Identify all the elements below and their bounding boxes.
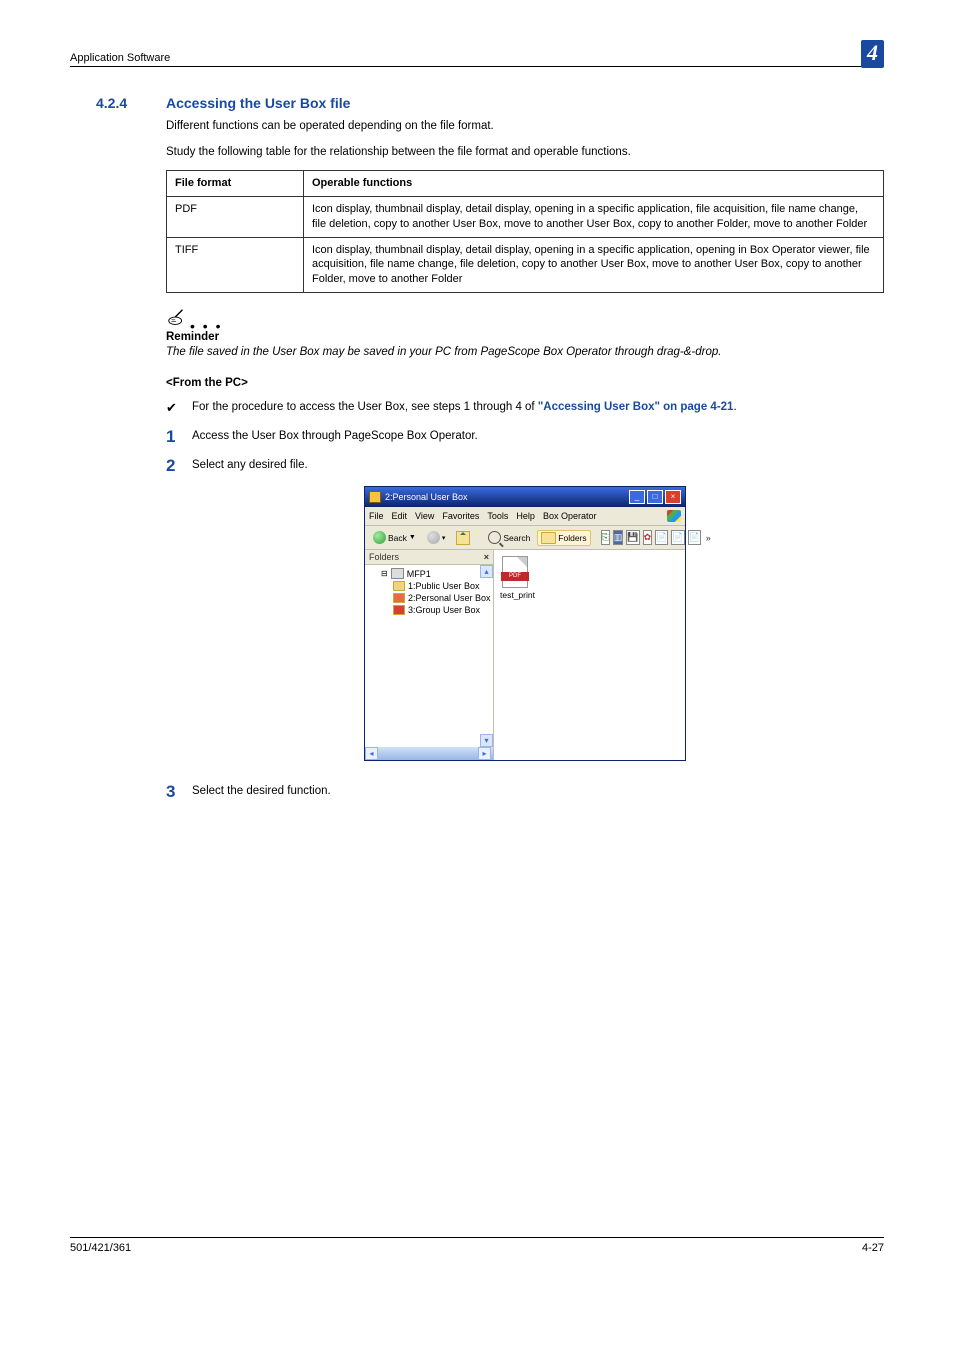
reminder-icon: • • • xyxy=(166,307,884,329)
back-icon xyxy=(373,531,386,544)
cell-format: TIFF xyxy=(167,237,304,293)
forward-icon xyxy=(427,531,440,544)
from-pc-heading: <From the PC> xyxy=(166,377,884,389)
window-titlebar: 2:Personal User Box _ □ × xyxy=(365,487,685,507)
menu-help[interactable]: Help xyxy=(516,511,535,521)
step-number: 1 xyxy=(166,428,192,445)
tool-button-4[interactable]: ✿ xyxy=(643,530,653,545)
windows-logo-icon xyxy=(667,510,681,522)
search-button[interactable]: Search xyxy=(484,529,534,546)
folders-icon xyxy=(541,532,556,544)
folders-pane-title: Folders xyxy=(369,552,399,562)
scroll-right-button[interactable]: ▸ xyxy=(478,747,491,760)
folder-icon xyxy=(393,581,405,591)
intro-paragraph-2: Study the following table for the relati… xyxy=(166,145,884,161)
running-title: Application Software xyxy=(70,52,170,64)
scroll-left-button[interactable]: ◂ xyxy=(365,747,378,760)
step-text: Select the desired function. xyxy=(192,783,884,800)
step-3: 3 Select the desired function. xyxy=(166,783,884,800)
ellipsis-icon: • • • xyxy=(190,323,222,329)
running-header: Application Software 4 xyxy=(70,36,884,67)
file-label: test_print xyxy=(500,590,535,600)
menu-tools[interactable]: Tools xyxy=(487,511,508,521)
scroll-down-button[interactable]: ▾ xyxy=(480,734,493,747)
section-number: 4.2.4 xyxy=(96,95,166,111)
step-text: Select any desired file. xyxy=(192,457,884,474)
folders-button[interactable]: Folders xyxy=(537,530,590,546)
cell-functions: Icon display, thumbnail display, detail … xyxy=(304,196,884,237)
folder-icon xyxy=(393,593,405,603)
footer-left: 501/421/361 xyxy=(70,1242,131,1254)
close-button[interactable]: × xyxy=(665,490,681,504)
minimize-button[interactable]: _ xyxy=(629,490,645,504)
files-pane[interactable]: PDF test_print xyxy=(494,550,685,760)
toolbar: Back ▼ ▾ Search Folders ⎘ ▥ 💾 ✿ 📄 📄 📄 » xyxy=(365,526,685,550)
device-icon xyxy=(391,568,404,579)
menu-file[interactable]: File xyxy=(369,511,384,521)
menu-view[interactable]: View xyxy=(415,511,434,521)
tool-button-5[interactable]: 📄 xyxy=(655,530,668,545)
scroll-up-button[interactable]: ▴ xyxy=(480,565,493,578)
toolbar-overflow[interactable]: » xyxy=(704,533,711,543)
note-icon xyxy=(166,307,188,329)
cell-format: PDF xyxy=(167,196,304,237)
tool-button-6[interactable]: 📄 xyxy=(671,530,684,545)
section-title: Accessing the User Box file xyxy=(166,95,350,111)
back-button[interactable]: Back ▼ xyxy=(369,529,420,546)
tree-device[interactable]: ⊟MFP1 xyxy=(369,568,491,581)
procedure-bullet: ✔ For the procedure to access the User B… xyxy=(166,399,884,417)
table-header-functions: Operable functions xyxy=(304,171,884,197)
cross-reference-link[interactable]: "Accessing User Box" on page 4-21 xyxy=(538,401,734,413)
operable-functions-table: File format Operable functions PDF Icon … xyxy=(166,170,884,293)
window-title: 2:Personal User Box xyxy=(385,492,468,502)
tree-personal-box[interactable]: 2:Personal User Box xyxy=(369,593,491,605)
table-row: TIFF Icon display, thumbnail display, de… xyxy=(167,237,884,293)
file-item[interactable]: PDF test_print xyxy=(500,556,530,600)
maximize-button[interactable]: □ xyxy=(647,490,663,504)
cell-functions: Icon display, thumbnail display, detail … xyxy=(304,237,884,293)
step-1: 1 Access the User Box through PageScope … xyxy=(166,428,884,445)
bullet-text-suffix: . xyxy=(733,401,736,413)
explorer-window: 2:Personal User Box _ □ × File Edit View… xyxy=(364,486,686,761)
checkmark-icon: ✔ xyxy=(166,399,192,417)
tree-public-box[interactable]: 1:Public User Box xyxy=(369,581,491,593)
bullet-text-prefix: For the procedure to access the User Box… xyxy=(192,401,538,413)
folders-pane-close[interactable]: × xyxy=(484,552,489,562)
page-footer: 501/421/361 4-27 xyxy=(70,1237,884,1254)
tool-button-3[interactable]: 💾 xyxy=(626,530,639,545)
step-number: 2 xyxy=(166,457,192,474)
folders-pane: Folders × ▴ ⊟MFP1 1:Public User Box 2:Pe… xyxy=(365,550,494,760)
reminder-heading: Reminder xyxy=(166,331,884,343)
folder-icon xyxy=(393,605,405,615)
reminder-body: The file saved in the User Box may be sa… xyxy=(166,345,884,361)
folder-tree: ▴ ⊟MFP1 1:Public User Box 2:Personal Use… xyxy=(365,565,493,747)
tool-button-1[interactable]: ⎘ xyxy=(601,530,610,545)
step-number: 3 xyxy=(166,783,192,800)
step-text: Access the User Box through PageScope Bo… xyxy=(192,428,884,445)
up-folder-icon xyxy=(456,531,470,545)
tool-button-2[interactable]: ▥ xyxy=(613,530,624,545)
h-scrollbar[interactable]: ◂ ▸ xyxy=(365,747,493,760)
footer-right: 4-27 xyxy=(862,1242,884,1254)
forward-button[interactable]: ▾ xyxy=(423,529,450,546)
menu-bar: File Edit View Favorites Tools Help Box … xyxy=(365,507,685,526)
step-2: 2 Select any desired file. xyxy=(166,457,884,474)
search-icon xyxy=(488,531,501,544)
chapter-number-badge: 4 xyxy=(861,40,884,68)
tree-group-box[interactable]: 3:Group User Box xyxy=(369,605,491,617)
menu-edit[interactable]: Edit xyxy=(392,511,408,521)
menu-box-operator[interactable]: Box Operator xyxy=(543,511,597,521)
pdf-file-icon: PDF xyxy=(502,556,528,588)
table-row: PDF Icon display, thumbnail display, det… xyxy=(167,196,884,237)
menu-favorites[interactable]: Favorites xyxy=(442,511,479,521)
table-header-format: File format xyxy=(167,171,304,197)
tool-button-7[interactable]: 📄 xyxy=(688,530,701,545)
intro-paragraph-1: Different functions can be operated depe… xyxy=(166,119,884,135)
window-icon xyxy=(369,491,381,503)
up-button[interactable] xyxy=(452,529,474,547)
